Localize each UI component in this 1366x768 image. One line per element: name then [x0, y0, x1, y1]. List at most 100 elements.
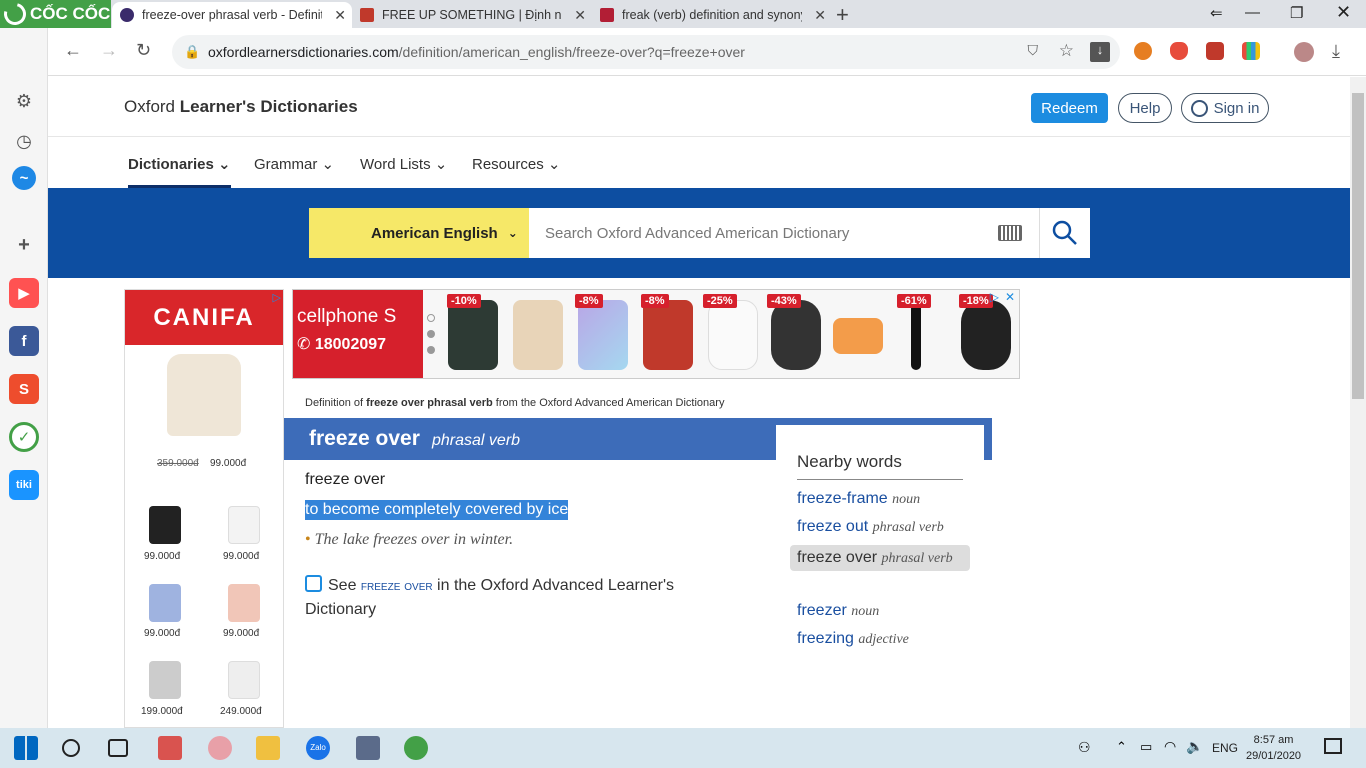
- nearby-pos: noun: [851, 604, 880, 619]
- tab-free-up[interactable]: FREE UP SOMETHING | Định nghĩa ✕: [352, 2, 592, 28]
- phone-image: [513, 300, 563, 370]
- coccoc-menu-button[interactable]: CỐC CỐC: [0, 0, 111, 30]
- keyboard-icon[interactable]: [998, 225, 1022, 241]
- coccoc-taskbar-icon[interactable]: [404, 736, 428, 760]
- tab-freak[interactable]: freak (verb) definition and synony ✕: [592, 2, 832, 28]
- nearby-word-item[interactable]: freezer noun: [797, 602, 879, 620]
- page-scrollbar[interactable]: [1350, 77, 1366, 728]
- app-icon[interactable]: [208, 736, 232, 760]
- forward-icon[interactable]: →: [100, 40, 118, 61]
- extension-4-icon[interactable]: [1242, 42, 1260, 60]
- search-icon[interactable]: [62, 739, 80, 757]
- close-window-icon[interactable]: ✕: [1336, 2, 1351, 23]
- search-button[interactable]: [1039, 208, 1090, 258]
- messenger-icon[interactable]: ~: [12, 166, 36, 190]
- volume-icon[interactable]: 🔈: [1186, 738, 1203, 755]
- search-band: American English ⌄ Search Oxford Advanced…: [48, 188, 1350, 278]
- tab-freeze-over[interactable]: freeze-over phrasal verb - Definitio ✕: [112, 2, 352, 28]
- carousel-dot[interactable]: [427, 314, 435, 322]
- app-icon[interactable]: [356, 736, 380, 760]
- definition-source-prefix: Definition of: [305, 397, 367, 409]
- nearby-word: freeze out: [797, 518, 869, 535]
- extension-2-icon[interactable]: [1170, 42, 1188, 60]
- settings-gear-icon[interactable]: ⚙: [9, 86, 39, 116]
- chevron-down-icon: ⌄: [547, 156, 561, 173]
- zalo-icon[interactable]: Zalo: [306, 736, 330, 760]
- phone-image: [578, 300, 628, 370]
- people-icon[interactable]: ⚇: [1078, 739, 1091, 756]
- coccoc-app-icon[interactable]: ✓: [9, 422, 39, 452]
- example-text: The lake freezes over in winter.: [314, 531, 514, 548]
- task-view-icon[interactable]: [108, 739, 128, 757]
- search-input[interactable]: Search Oxford Advanced American Dictiona…: [529, 208, 1039, 258]
- tab-title: freak (verb) definition and synony: [622, 8, 802, 22]
- canifa-logo: CANIFA: [125, 290, 283, 345]
- back-icon[interactable]: ←: [64, 40, 82, 61]
- tab-search-icon[interactable]: ⇐: [1210, 4, 1223, 22]
- nearby-word-item[interactable]: freeze-frame noun: [797, 490, 920, 508]
- battery-icon[interactable]: ▭: [1140, 739, 1152, 755]
- profile-avatar[interactable]: [1294, 42, 1314, 62]
- close-tab-icon[interactable]: ✕: [814, 7, 826, 24]
- nearby-word-item-current[interactable]: freeze over phrasal verb: [790, 545, 970, 571]
- extension-1-icon[interactable]: [1134, 42, 1152, 60]
- app-icon[interactable]: [158, 736, 182, 760]
- url-field[interactable]: 🔒 oxfordlearnersdictionaries.com/definit…: [172, 35, 1120, 69]
- carousel-dot[interactable]: [427, 346, 435, 354]
- cross-reference: See freeze over in the Oxford Advanced L…: [305, 573, 725, 622]
- nearby-pos: noun: [892, 492, 921, 507]
- history-icon[interactable]: ◷: [9, 126, 39, 156]
- close-ad-icon[interactable]: ✕: [1005, 290, 1015, 304]
- redeem-button[interactable]: Redeem: [1031, 93, 1108, 123]
- restore-icon[interactable]: ❐: [1290, 4, 1303, 22]
- price: 99.000đ: [210, 458, 247, 469]
- facebook-icon[interactable]: f: [9, 326, 39, 356]
- price: 99.000đ: [223, 628, 260, 639]
- adchoices-icon[interactable]: ▷: [273, 291, 281, 304]
- extension-3-icon[interactable]: [1206, 42, 1224, 60]
- canifa-ad[interactable]: CANIFA ▷ 359.000đ 99.000đ 99.000đ 99.000…: [124, 289, 284, 728]
- bookmark-star-icon[interactable]: ☆: [1059, 41, 1074, 61]
- carousel-dot[interactable]: [427, 330, 435, 338]
- reload-icon[interactable]: ↻: [136, 40, 151, 61]
- phone-image: [448, 300, 498, 370]
- nearby-word-item[interactable]: freeze out phrasal verb: [797, 518, 944, 536]
- shopee-icon[interactable]: S: [9, 374, 39, 404]
- language-indicator[interactable]: ENG: [1212, 741, 1238, 755]
- adchoices-icon[interactable]: ▷: [990, 290, 999, 304]
- clock[interactable]: 8:57 am 29/01/2020: [1246, 732, 1301, 764]
- sign-in-button[interactable]: Sign in: [1181, 93, 1269, 123]
- see-link[interactable]: freeze over: [361, 577, 433, 593]
- scrollbar-thumb[interactable]: [1352, 93, 1364, 399]
- download-page-icon[interactable]: ↓: [1090, 42, 1110, 62]
- logo-text-bold: Learner's Dictionaries: [179, 97, 358, 116]
- close-tab-icon[interactable]: ✕: [574, 7, 586, 24]
- dictionary-selector[interactable]: American English ⌄: [309, 208, 529, 258]
- notifications-icon[interactable]: [1324, 738, 1342, 754]
- web-page: Oxford Learner's Dictionaries Redeem Hel…: [48, 77, 1350, 728]
- close-tab-icon[interactable]: ✕: [334, 7, 346, 24]
- chevron-up-icon[interactable]: ⌃: [1116, 739, 1127, 755]
- wifi-icon[interactable]: ◠: [1164, 738, 1176, 755]
- chevron-down-icon: ⌄: [507, 226, 518, 240]
- youtube-icon[interactable]: ▶: [9, 278, 39, 308]
- product-thumb: [149, 506, 181, 544]
- downloads-icon[interactable]: ⤓: [1332, 41, 1340, 62]
- tiki-icon[interactable]: tiki: [9, 470, 39, 500]
- nav-resources[interactable]: Resources ⌄: [472, 155, 560, 173]
- file-explorer-icon[interactable]: [256, 736, 280, 760]
- nearby-word-item[interactable]: freezing adjective: [797, 630, 909, 648]
- minimize-icon[interactable]: —: [1245, 4, 1260, 21]
- site-logo[interactable]: Oxford Learner's Dictionaries: [124, 97, 358, 117]
- tab-title: freeze-over phrasal verb - Definitio: [142, 8, 322, 22]
- windows-start-icon[interactable]: [14, 736, 38, 760]
- shield-icon[interactable]: ⛉: [1028, 42, 1039, 59]
- add-sidebar-item-icon[interactable]: +: [9, 230, 39, 260]
- nav-grammar[interactable]: Grammar ⌄: [254, 155, 334, 173]
- nav-word-lists[interactable]: Word Lists ⌄: [360, 155, 447, 173]
- cellphones-ad[interactable]: cellphone S ✆ 18002097 -10% -8% -8% -25%…: [292, 289, 1020, 379]
- help-button[interactable]: Help: [1118, 93, 1172, 123]
- price: 99.000đ: [223, 551, 260, 562]
- new-tab-icon[interactable]: +: [836, 2, 849, 28]
- nav-dictionaries[interactable]: Dictionaries ⌄: [128, 155, 231, 188]
